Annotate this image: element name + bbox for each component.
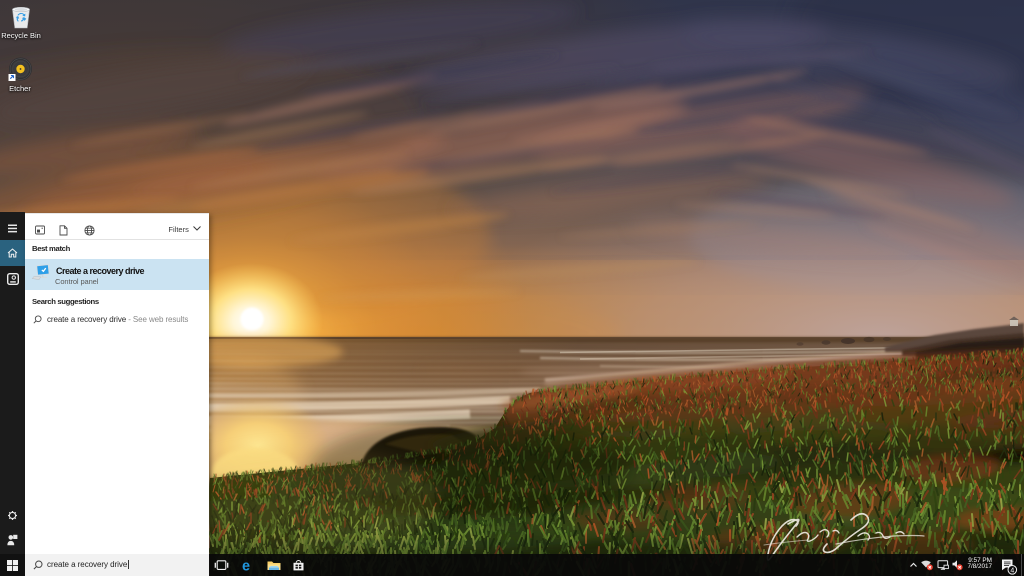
svg-text:4: 4 (1010, 567, 1014, 574)
svg-text:e: e (242, 559, 250, 572)
